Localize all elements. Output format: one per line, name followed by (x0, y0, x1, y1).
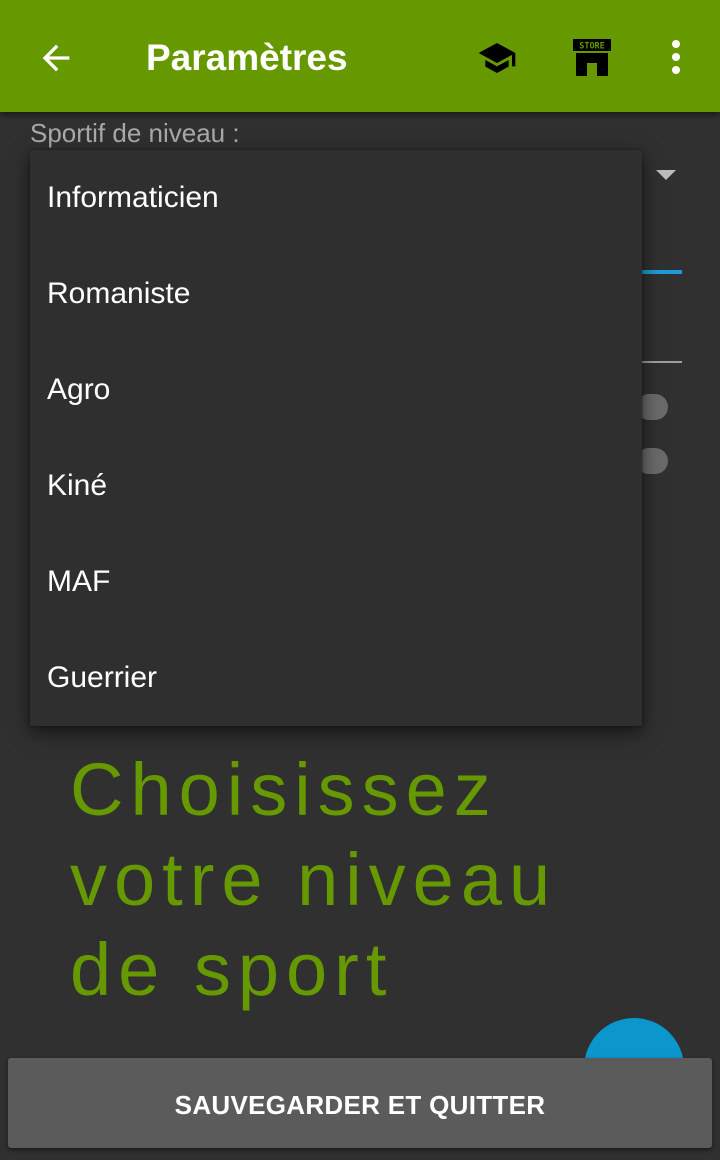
promo-line-2: votre niveau (70, 838, 558, 921)
page-title: Paramètres (146, 37, 348, 78)
dropdown-option-guerrier[interactable]: Guerrier (30, 630, 642, 726)
dropdown-option-informaticien[interactable]: Informaticien (30, 150, 642, 246)
field-underline (640, 361, 682, 363)
store-badge-text: STORE (579, 42, 605, 52)
promo-line-1: Choisissez (70, 748, 498, 831)
level-dropdown-menu: Informaticien Romaniste Agro Kiné MAF Gu… (30, 150, 642, 726)
promo-text: Choisissez votre niveau de sport (70, 745, 690, 1015)
level-label: Sportif de niveau : (30, 118, 240, 148)
more-vert-icon[interactable] (664, 38, 688, 78)
app-bar: Paramètres STORE (0, 0, 720, 112)
arrow-left-icon[interactable] (36, 38, 76, 78)
dropdown-option-agro[interactable]: Agro (30, 342, 642, 438)
save-and-quit-button[interactable]: SAUVEGARDER ET QUITTER (8, 1058, 712, 1148)
dropdown-option-romaniste[interactable]: Romaniste (30, 246, 642, 342)
spinner-dropdown-arrow-icon[interactable] (656, 170, 676, 180)
dropdown-option-maf[interactable]: MAF (30, 534, 642, 630)
store-icon[interactable]: STORE (572, 38, 612, 78)
graduation-cap-icon[interactable] (472, 38, 522, 78)
dropdown-option-kine[interactable]: Kiné (30, 438, 642, 534)
field-underline-active (640, 270, 682, 274)
promo-line-3: de sport (70, 928, 394, 1011)
